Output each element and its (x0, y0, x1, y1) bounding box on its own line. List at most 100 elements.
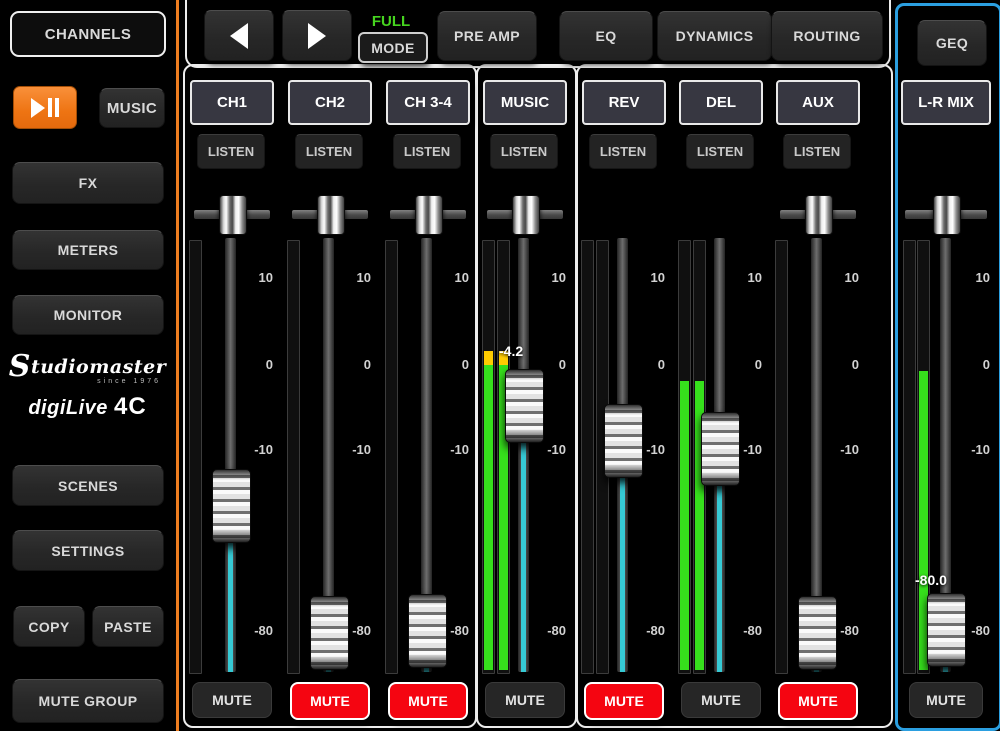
copy-button[interactable]: COPY (13, 606, 85, 647)
fader-fill (620, 476, 625, 672)
channel-name-button[interactable]: AUX (776, 80, 860, 125)
mute-button[interactable]: MUTE (485, 682, 565, 718)
scale-tick: 0 (526, 357, 566, 372)
level-meter (775, 240, 788, 674)
scale-tick: -80 (429, 623, 469, 638)
scale-tick: 10 (331, 270, 371, 285)
scale-tick: -10 (331, 442, 371, 457)
level-meter (678, 240, 691, 674)
fader-knob[interactable] (604, 404, 643, 478)
channel-name-button[interactable]: DEL (679, 80, 763, 125)
scale-tick: -80 (526, 623, 566, 638)
mute-group-button[interactable]: MUTE GROUP (12, 679, 164, 723)
pan-knob[interactable] (317, 195, 345, 235)
mute-button[interactable]: MUTE (584, 682, 664, 720)
channel-name-button[interactable]: CH1 (190, 80, 274, 125)
scale-tick: -10 (950, 442, 990, 457)
level-meter (903, 240, 916, 674)
scale-tick: 10 (722, 270, 762, 285)
channels-button[interactable]: CHANNELS (10, 11, 166, 57)
listen-button[interactable]: LISTEN (783, 134, 851, 169)
listen-button[interactable]: LISTEN (393, 134, 461, 169)
pan-slider[interactable] (778, 195, 858, 233)
pan-slider[interactable] (903, 195, 989, 233)
pan-knob[interactable] (219, 195, 247, 235)
scale-tick: -80 (950, 623, 990, 638)
pan-knob[interactable] (415, 195, 443, 235)
scale-tick: -80 (233, 623, 273, 638)
scale-tick: 10 (526, 270, 566, 285)
level-meter (581, 240, 594, 674)
scenes-button[interactable]: SCENES (12, 465, 164, 506)
pan-slider[interactable] (290, 195, 370, 233)
pan-knob[interactable] (512, 195, 540, 235)
listen-button[interactable]: LISTEN (295, 134, 363, 169)
fader-fill (717, 484, 722, 672)
scale-tick: 0 (331, 357, 371, 372)
scale-tick: -10 (429, 442, 469, 457)
channel-strip-ch34: CH 3-4 LISTEN 10 0 -10 -80 MUTE (384, 0, 472, 731)
channel-strip-aux: AUX LISTEN 10 0 -10 -80 MUTE (774, 0, 862, 731)
sidebar-divider (176, 0, 179, 731)
scale-tick: -10 (233, 442, 273, 457)
mute-button[interactable]: MUTE (192, 682, 272, 718)
scale-tick: 10 (233, 270, 273, 285)
channel-name-button[interactable]: CH 3-4 (386, 80, 470, 125)
scale-tick: 0 (819, 357, 859, 372)
music-button[interactable]: MUSIC (99, 88, 165, 128)
scale-tick: -80 (331, 623, 371, 638)
scale-tick: -80 (625, 623, 665, 638)
listen-button[interactable]: LISTEN (197, 134, 265, 169)
scale-tick: 0 (722, 357, 762, 372)
mute-button[interactable]: MUTE (909, 682, 983, 718)
pan-slider[interactable] (388, 195, 468, 233)
scale-tick: -10 (625, 442, 665, 457)
scale-tick: 10 (625, 270, 665, 285)
channel-name-button[interactable]: CH2 (288, 80, 372, 125)
fader-fill (228, 541, 233, 672)
mute-button[interactable]: MUTE (681, 682, 761, 718)
pan-knob[interactable] (933, 195, 961, 235)
scale-tick: 10 (950, 270, 990, 285)
mute-button[interactable]: MUTE (290, 682, 370, 720)
settings-button[interactable]: SETTINGS (12, 530, 164, 571)
channel-strip-rev: REV LISTEN 10 0 -10 -80 MUTE (580, 0, 668, 731)
channel-name-button[interactable]: MUSIC (483, 80, 567, 125)
brand-name: Studiomaster (0, 356, 175, 378)
pan-slider[interactable] (485, 195, 565, 233)
listen-button[interactable]: LISTEN (686, 134, 754, 169)
channel-name-button[interactable]: L-R MIX (901, 80, 991, 125)
channel-strip-lr-mix: L-R MIX -80.0 10 0 -10 -80 MUTE (899, 0, 993, 731)
channel-name-button[interactable]: REV (582, 80, 666, 125)
scale-tick: 10 (429, 270, 469, 285)
mute-button[interactable]: MUTE (778, 682, 858, 720)
brand-product: digiLive 4C (0, 393, 175, 421)
fader-knob[interactable] (505, 369, 544, 443)
level-meter (385, 240, 398, 674)
paste-button[interactable]: PASTE (92, 606, 164, 647)
scale-tick: 10 (819, 270, 859, 285)
fader-value-label: -80.0 (915, 572, 947, 588)
channel-strip-ch1: CH1 LISTEN 10 0 -10 -80 MUTE (188, 0, 276, 731)
monitor-button[interactable]: MONITOR (12, 295, 164, 335)
scale-tick: -10 (819, 442, 859, 457)
listen-button[interactable]: LISTEN (589, 134, 657, 169)
pan-slider[interactable] (192, 195, 272, 233)
fx-button[interactable]: FX (12, 162, 164, 204)
level-meter (287, 240, 300, 674)
mute-button[interactable]: MUTE (388, 682, 468, 720)
scale-tick: -80 (722, 623, 762, 638)
fader-knob[interactable] (212, 469, 251, 543)
pan-knob[interactable] (805, 195, 833, 235)
scale-tick: -10 (722, 442, 762, 457)
scale-tick: -10 (526, 442, 566, 457)
channel-strip-del: DEL LISTEN 10 0 -10 -80 MUTE (677, 0, 765, 731)
scale-tick: 0 (233, 357, 273, 372)
meters-button[interactable]: METERS (12, 230, 164, 270)
play-pause-button[interactable] (13, 86, 77, 129)
scale-tick: 0 (625, 357, 665, 372)
fader-value-label: -4.2 (499, 343, 523, 359)
listen-button[interactable]: LISTEN (490, 134, 558, 169)
level-meter (497, 240, 510, 674)
channel-strip-ch2: CH2 LISTEN 10 0 -10 -80 MUTE (286, 0, 374, 731)
